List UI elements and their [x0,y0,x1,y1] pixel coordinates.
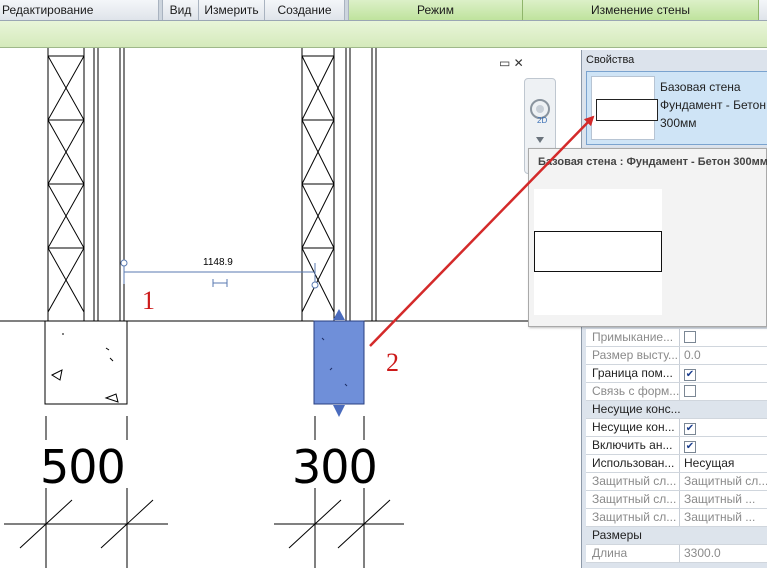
annotation-arrow [369,115,595,347]
revit-window: Редактирование Вид Измерить Создание Реж… [0,0,767,568]
